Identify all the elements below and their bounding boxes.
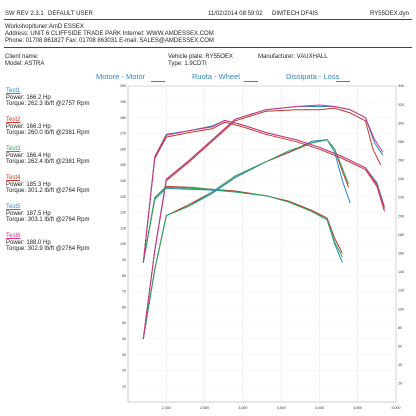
power-tick-label: 120: [120, 211, 126, 215]
power-tick-label: 170: [120, 132, 126, 136]
power-tick-label: 100: [120, 242, 126, 246]
power-tick-label: 20: [122, 369, 126, 373]
x-tick-label: 5,000: [392, 406, 401, 410]
torque-tick-label: 240: [398, 177, 404, 181]
torque-tick-label: 300: [398, 121, 404, 125]
torque-tick-label: 80: [398, 326, 402, 330]
power-curve: [142, 139, 351, 339]
power-tick-label: 190: [120, 100, 126, 104]
x-tick-label: 3,000: [238, 406, 247, 410]
power-tick-label: 180: [120, 116, 126, 120]
torque-tick-label: 160: [398, 251, 404, 255]
x-tick-label: 2,500: [200, 406, 209, 410]
power-tick-label: 160: [120, 147, 126, 151]
power-curve: [142, 139, 349, 339]
chart-curves: [142, 104, 385, 339]
torque-curve: [142, 121, 385, 263]
power-tick-label: 110: [120, 226, 126, 230]
x-tick-label: 4,000: [315, 406, 324, 410]
torque-tick-label: 320: [398, 103, 404, 107]
x-tick-label: 2,000: [162, 406, 171, 410]
x-tick-label: 4,500: [353, 406, 362, 410]
torque-tick-label: 40: [398, 363, 402, 367]
power-tick-label: 50: [122, 321, 126, 325]
power-tick-label: 30: [122, 353, 126, 357]
torque-tick-label: 200: [398, 214, 404, 218]
power-curve: [142, 104, 384, 339]
power-tick-label: 150: [120, 163, 126, 167]
torque-tick-label: 260: [398, 159, 404, 163]
x-tick-label: 3,500: [277, 406, 286, 410]
power-tick-label: 90: [122, 258, 126, 262]
torque-tick-label: 180: [398, 233, 404, 237]
torque-tick-label: 220: [398, 196, 404, 200]
torque-tick-label: 100: [398, 307, 404, 311]
torque-tick-label: 60: [398, 344, 402, 348]
power-tick-label: 40: [122, 337, 126, 341]
power-tick-label: 60: [122, 305, 126, 309]
power-curve: [142, 106, 384, 339]
torque-tick-label: 140: [398, 270, 404, 274]
power-curve: [142, 107, 382, 339]
torque-tick-label: 340: [398, 84, 404, 88]
power-tick-label: 140: [120, 179, 126, 183]
power-tick-label: 200: [120, 84, 126, 88]
power-tick-label: 130: [120, 195, 126, 199]
torque-tick-label: 20: [398, 382, 402, 386]
dyno-chart: 2,000 2,500 3,000 3,500 4,000 4,500 5,000 10 20 3…: [120, 84, 404, 410]
power-curve: [142, 139, 349, 339]
power-tick-label: 80: [122, 274, 126, 278]
torque-curve: [142, 119, 385, 263]
power-tick-label: 10: [122, 384, 126, 388]
torque-curve: [142, 119, 385, 263]
power-tick-label: 70: [122, 290, 126, 294]
torque-tick-label: 120: [398, 289, 404, 293]
torque-tick-label: 280: [398, 140, 404, 144]
